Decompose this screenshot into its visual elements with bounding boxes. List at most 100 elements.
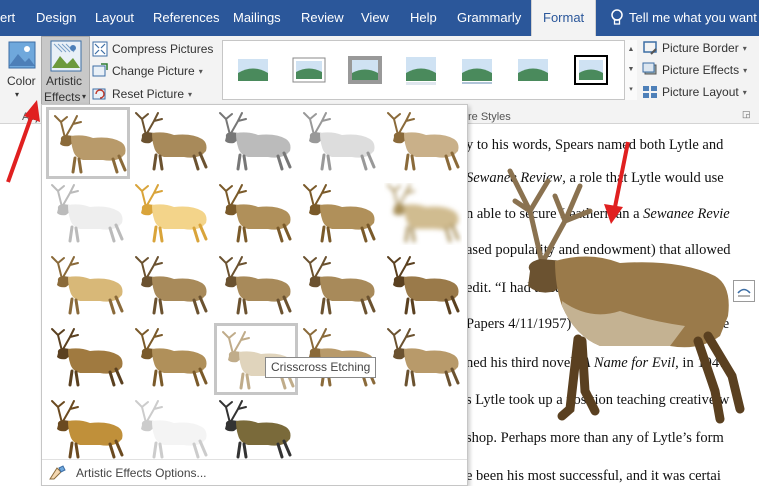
chevron-down-icon: ▾: [188, 89, 193, 99]
artistic-effect-option[interactable]: [382, 323, 466, 395]
effect-tooltip: Crisscross Etching: [265, 357, 377, 378]
reindeer-thumbnail: [303, 256, 376, 315]
chevron-down-icon: ▾: [742, 43, 747, 53]
artistic-effect-option[interactable]: [214, 395, 298, 467]
tab-format[interactable]: Format: [531, 0, 597, 36]
picture-style-thumb[interactable]: [403, 54, 439, 86]
compress-icon: [92, 41, 108, 57]
reset-picture-label: Reset Picture: [112, 87, 185, 101]
tab-view[interactable]: View: [361, 0, 389, 36]
change-picture-button[interactable]: Change Picture ▾: [92, 60, 203, 82]
reindeer-thumbnail: [135, 328, 208, 387]
document-text-line: e been his most successful, and it was c…: [466, 468, 721, 484]
dialog-launcher-icon[interactable]: ◲: [742, 109, 751, 120]
reindeer-thumbnail: [219, 256, 292, 315]
artistic-effects-options-button[interactable]: Artistic Effects Options...: [42, 459, 467, 485]
artistic-effects-options-label: Artistic Effects Options...: [76, 465, 207, 480]
artistic-effect-option[interactable]: [130, 107, 214, 179]
artistic-effects-gallery: Artistic Effects Options...: [41, 104, 468, 486]
artistic-effects-label-2: Effects: [44, 90, 81, 104]
change-picture-icon: [92, 63, 108, 77]
picture-layout-label: Picture Layout: [662, 85, 739, 99]
tab-grammarly[interactable]: Grammarly: [457, 0, 521, 36]
tab-mailings[interactable]: Mailings: [233, 0, 281, 36]
artistic-effect-option[interactable]: [298, 179, 382, 251]
artistic-effect-option[interactable]: [130, 395, 214, 467]
picture-layout-button[interactable]: Picture Layout ▾: [642, 81, 747, 103]
reindeer-thumbnail: [51, 184, 124, 243]
reindeer-thumbnail: [387, 112, 460, 171]
artistic-effect-option[interactable]: [46, 323, 130, 395]
artistic-effect-option[interactable]: [382, 107, 466, 179]
artistic-effect-option[interactable]: [214, 179, 298, 251]
artistic-effect-option[interactable]: [382, 251, 466, 323]
artistic-effect-option[interactable]: [214, 251, 298, 323]
artistic-effects-label-1: Artistic: [46, 74, 82, 88]
chevron-down-icon: ▾: [743, 65, 748, 75]
chevron-down-icon: ▾: [82, 92, 87, 101]
reindeer-thumbnail: [51, 256, 124, 315]
color-button[interactable]: Color: [7, 74, 36, 88]
artistic-effect-option[interactable]: [46, 251, 130, 323]
compress-pictures-button[interactable]: Compress Pictures: [92, 38, 213, 60]
chevron-down-icon: ▾: [742, 87, 747, 97]
reindeer-thumbnail: [219, 184, 292, 243]
artistic-effect-option[interactable]: [382, 179, 466, 251]
reindeer-thumbnail: [135, 112, 208, 171]
reindeer-thumbnail: [135, 184, 208, 243]
picture-style-thumb[interactable]: [459, 54, 495, 86]
picture-style-thumb[interactable]: [573, 54, 609, 86]
tab-layout[interactable]: Layout: [95, 0, 134, 36]
reindeer-thumbnail: [54, 115, 127, 174]
reset-picture-button[interactable]: Reset Picture ▾: [92, 83, 192, 105]
compress-label: Compress Pictures: [112, 42, 214, 56]
artistic-effect-option[interactable]: [130, 251, 214, 323]
reindeer-thumbnail: [219, 400, 292, 459]
picture-style-thumb[interactable]: [291, 54, 327, 86]
tab-references[interactable]: References: [153, 0, 219, 36]
reindeer-picture[interactable]: [470, 151, 755, 451]
word-window: ert Design Layout References Mailings Re…: [0, 0, 759, 486]
reindeer-thumbnail: [135, 400, 208, 459]
artistic-effect-option[interactable]: [214, 107, 298, 179]
reindeer-thumbnail: [303, 184, 376, 243]
artistic-effect-option[interactable]: [130, 179, 214, 251]
chevron-up-icon[interactable]: ▲: [625, 40, 637, 60]
reindeer-thumbnail: [51, 328, 124, 387]
tab-design[interactable]: Design: [36, 0, 76, 36]
tab-review[interactable]: Review: [301, 0, 344, 36]
tab-help[interactable]: Help: [410, 0, 437, 36]
artistic-effects-button[interactable]: Artistic Effects ▾: [41, 36, 90, 106]
artistic-effect-option[interactable]: [130, 323, 214, 395]
picture-border-icon: [643, 41, 657, 55]
reindeer-thumbnail: [219, 112, 292, 171]
artistic-effect-option[interactable]: [298, 107, 382, 179]
artistic-effect-option[interactable]: [46, 395, 130, 467]
picture-border-button[interactable]: Picture Border ▾: [642, 37, 747, 59]
reindeer-thumbnail: [51, 400, 124, 459]
picture-style-thumb[interactable]: [347, 54, 383, 86]
picture-effects-button[interactable]: Picture Effects ▾: [642, 59, 747, 81]
picture-style-thumb[interactable]: [515, 54, 551, 86]
picture-style-thumb[interactable]: [235, 54, 271, 86]
reset-picture-icon: [92, 88, 106, 100]
reindeer-thumbnail: [387, 184, 460, 243]
chevron-down-icon[interactable]: ▼: [625, 60, 637, 80]
reindeer-thumbnail: [387, 256, 460, 315]
color-picture-icon: [8, 41, 36, 69]
picture-effects-icon: [642, 62, 657, 75]
artistic-effect-option[interactable]: [298, 251, 382, 323]
gallery-more-icon[interactable]: ▾: [625, 80, 637, 100]
artistic-effects-icon: [50, 40, 82, 72]
adjust-group-label: Adj: [22, 111, 38, 123]
picture-effects-label: Picture Effects: [662, 63, 740, 77]
styles-gallery-scroll[interactable]: ▲ ▼ ▾: [624, 40, 637, 100]
artistic-effects-options-icon: [49, 464, 66, 479]
lightbulb-icon: [611, 9, 623, 25]
tell-me-search[interactable]: Tell me what you want t: [629, 0, 759, 36]
picture-layout-icon: [643, 86, 657, 98]
artistic-effect-option[interactable]: [46, 107, 130, 179]
tab-insert[interactable]: ert: [0, 0, 15, 36]
chevron-down-icon: ▾: [15, 90, 20, 99]
artistic-effect-option[interactable]: [46, 179, 130, 251]
